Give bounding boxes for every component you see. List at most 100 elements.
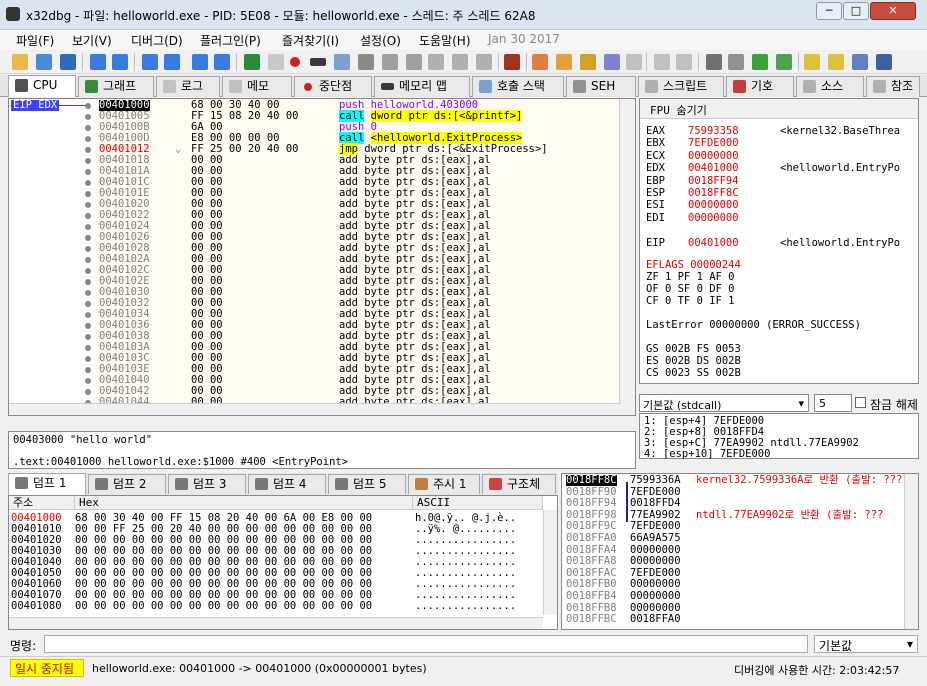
menu-file[interactable]: 파일(F) <box>16 32 54 49</box>
bold-icon[interactable] <box>676 54 692 70</box>
stack-view[interactable]: 0018FF8C 7599336A kernel32.7599336A로 반환 (출… <box>561 473 919 630</box>
eflags-row[interactable]: EFLAGS 00000244 <box>646 259 741 271</box>
tab-dump-5[interactable]: 덤프 5 <box>328 474 406 494</box>
breakpoint-dot-icon[interactable] <box>85 202 91 208</box>
menu-favorites[interactable]: 즐겨찾기(I) <box>282 32 339 49</box>
arg-count-stepper[interactable]: 5 <box>814 394 852 412</box>
tab-dump-1[interactable]: 덤프 1 <box>8 473 86 495</box>
breakpoint-dot-icon[interactable] <box>85 136 91 142</box>
breakpoint-dot-icon[interactable] <box>85 147 91 153</box>
command-input[interactable] <box>44 635 808 653</box>
search-icon[interactable] <box>452 54 468 70</box>
segment-row[interactable]: CS 0023 SS 002B <box>646 367 741 379</box>
step-into-icon[interactable] <box>142 54 158 70</box>
tab-dump-2[interactable]: 덤프 2 <box>88 474 166 494</box>
close-button[interactable]: ✕ <box>870 2 916 20</box>
breakpoint-dot-icon[interactable] <box>85 301 91 307</box>
hint-icon[interactable] <box>828 54 844 70</box>
breakpoint-dot-icon[interactable] <box>85 257 91 263</box>
cpu-view-icon[interactable] <box>244 54 260 70</box>
breakpoint-dot-icon[interactable] <box>85 312 91 318</box>
trace-over-icon[interactable] <box>214 54 230 70</box>
help-icon[interactable] <box>804 54 820 70</box>
comment-icon[interactable] <box>532 54 548 70</box>
memory-dump[interactable]: 주소 Hex ASCII 00401000 68 00 30 40 00 FF 1… <box>8 495 558 630</box>
register-value[interactable]: 7EFDE000 <box>688 137 739 149</box>
breakpoint-dot-icon[interactable] <box>85 323 91 329</box>
register-value[interactable]: 0018FF94 <box>688 175 739 187</box>
breakpoint-dot-icon[interactable] <box>85 279 91 285</box>
tab-memory-map[interactable]: 메모리 맵 <box>374 76 470 97</box>
tab-watch-1[interactable]: 주시 1 <box>408 474 480 494</box>
breakpoint-icon[interactable] <box>290 57 300 67</box>
flags-row[interactable]: CF 0 TF 0 IF 1 <box>646 295 735 307</box>
breakpoint-dot-icon[interactable] <box>85 378 91 384</box>
breakpoint-dot-icon[interactable] <box>85 334 91 340</box>
restart-icon[interactable] <box>36 54 52 70</box>
segment-row[interactable]: GS 002B FS 0053 <box>646 343 741 355</box>
hide-fpu-button[interactable]: FPU 숨기기 <box>640 99 918 119</box>
tab-cpu[interactable]: CPU <box>8 75 76 97</box>
minimize-button[interactable]: ─ <box>816 2 842 20</box>
calling-convention-select[interactable]: 기본값 (stdcall) ▾ <box>639 394 809 412</box>
breakpoint-dot-icon[interactable] <box>85 345 91 351</box>
maximize-button[interactable]: □ <box>843 2 869 20</box>
tab-breakpoints[interactable]: 중단점 <box>294 76 372 97</box>
open-icon[interactable] <box>12 54 28 70</box>
label-icon[interactable] <box>556 54 572 70</box>
breakpoint-dot-icon[interactable] <box>85 224 91 230</box>
breakpoint-dot-icon[interactable] <box>85 235 91 241</box>
dump-scrollbar[interactable] <box>543 510 557 615</box>
font-size-icon[interactable] <box>654 54 670 70</box>
breakpoint-dot-icon[interactable] <box>85 114 91 120</box>
memory-icon[interactable] <box>310 58 326 66</box>
flags-row[interactable]: OF 0 SF 0 DF 0 <box>646 283 735 295</box>
bookmark-icon[interactable] <box>580 54 596 70</box>
menu-options[interactable]: 설정(O) <box>360 32 401 49</box>
menu-view[interactable]: 보기(V) <box>72 32 112 49</box>
tab-graph[interactable]: 그래프 <box>78 76 154 97</box>
stack-arg-row[interactable]: 4: [esp+10] 7EFDE000 <box>644 448 770 460</box>
tab-dump-4[interactable]: 덤프 4 <box>248 474 326 494</box>
tab-dump-3[interactable]: 덤프 3 <box>168 474 246 494</box>
last-error-row[interactable]: LastError 00000000 (ERROR_SUCCESS) <box>646 319 861 331</box>
disassembly-view[interactable]: EIP EDX 00401000 68 00 30 40 00 push hello… <box>8 98 636 416</box>
trace-into-icon[interactable] <box>192 54 208 70</box>
breakpoint-dot-icon[interactable] <box>85 158 91 164</box>
stop-icon[interactable] <box>60 54 76 70</box>
breakpoint-dot-icon[interactable] <box>85 246 91 252</box>
breakpoint-dot-icon[interactable] <box>85 191 91 197</box>
bug-icon[interactable] <box>752 54 768 70</box>
breakpoint-dot-icon[interactable] <box>85 125 91 131</box>
tab-log[interactable]: 로그 <box>156 76 220 97</box>
tab-notes[interactable]: 메모 <box>222 76 292 97</box>
stack-scrollbar[interactable] <box>904 474 918 629</box>
register-value[interactable]: 75993358 <box>688 125 739 137</box>
command-type-select[interactable]: 기본값 ▾ <box>814 635 918 653</box>
register-value[interactable]: 00401000 <box>688 237 739 249</box>
breakpoint-dot-icon[interactable] <box>85 103 91 109</box>
plugin-icon[interactable] <box>776 54 792 70</box>
breakpoint-dot-icon[interactable] <box>85 169 91 175</box>
register-value[interactable]: 00401000 <box>688 162 739 174</box>
seh-icon[interactable] <box>358 54 374 70</box>
pause-icon[interactable] <box>112 54 128 70</box>
tab-struct[interactable]: 구조체 <box>482 474 556 494</box>
flags-row[interactable]: ZF 1 PF 1 AF 0 <box>646 271 735 283</box>
dump-header-ascii[interactable]: ASCII <box>413 496 543 510</box>
settings-icon[interactable] <box>728 54 744 70</box>
symbols-icon[interactable] <box>406 54 422 70</box>
call-stack-icon[interactable] <box>334 54 350 70</box>
tab-seh[interactable]: SEH <box>566 76 636 97</box>
dump-hscrollbar[interactable] <box>9 617 543 629</box>
register-value[interactable]: 0018FF8C <box>688 187 739 199</box>
breakpoint-dot-icon[interactable] <box>85 367 91 373</box>
tab-source[interactable]: 소스 <box>796 76 864 97</box>
fx-icon[interactable] <box>626 54 642 70</box>
breakpoint-dot-icon[interactable] <box>85 356 91 362</box>
lock-checkbox[interactable] <box>855 397 866 408</box>
step-over-icon[interactable] <box>164 54 180 70</box>
donate-icon[interactable] <box>876 54 892 70</box>
breakpoint-dot-icon[interactable] <box>85 213 91 219</box>
register-value[interactable]: 00000000 <box>688 150 739 162</box>
